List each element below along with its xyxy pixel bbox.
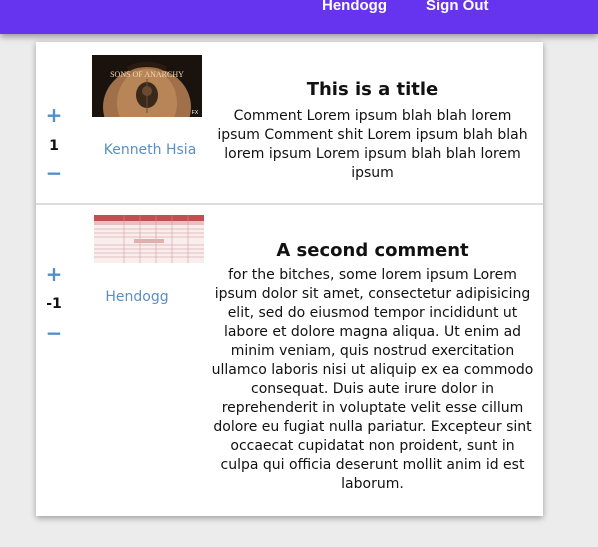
upvote-button[interactable]: + [44,105,64,125]
comment-thumbnail: SONS OF ANARCHY FX [92,55,202,117]
comment-score: -1 [46,296,62,312]
downvote-button[interactable]: − [44,323,64,343]
tattoo-back-image: SONS OF ANARCHY FX [92,55,202,117]
comments-panel: + 1 − SONS OF ANARCHY FX Kenneth Hsia Th… [36,42,543,516]
upvote-button[interactable]: + [44,264,64,284]
spreadsheet-image [94,215,204,263]
tattoo-text: SONS OF ANARCHY [110,70,184,79]
downvote-button[interactable]: − [44,163,64,183]
comment-title: This is a title [306,79,439,100]
comment-body: Comment Lorem ipsum blah blah lorem ipsu… [217,108,528,181]
tattoo-corner-text: FX [192,110,199,116]
comment-title: A second comment [276,240,469,261]
comment-score: 1 [49,138,59,154]
nav-user-link[interactable]: Hendogg [322,0,387,16]
top-nav-bar: Hendogg Sign Out [0,0,598,34]
comment-author-link[interactable]: Kenneth Hsia [90,141,210,159]
comment-divider [36,203,543,205]
comment-body: for the bitches, some lorem ipsum Lorem … [211,267,534,492]
comment-author-link[interactable]: Hendogg [77,288,197,306]
sign-out-link[interactable]: Sign Out [426,0,489,16]
spreadsheet-thumbnail [94,215,204,263]
